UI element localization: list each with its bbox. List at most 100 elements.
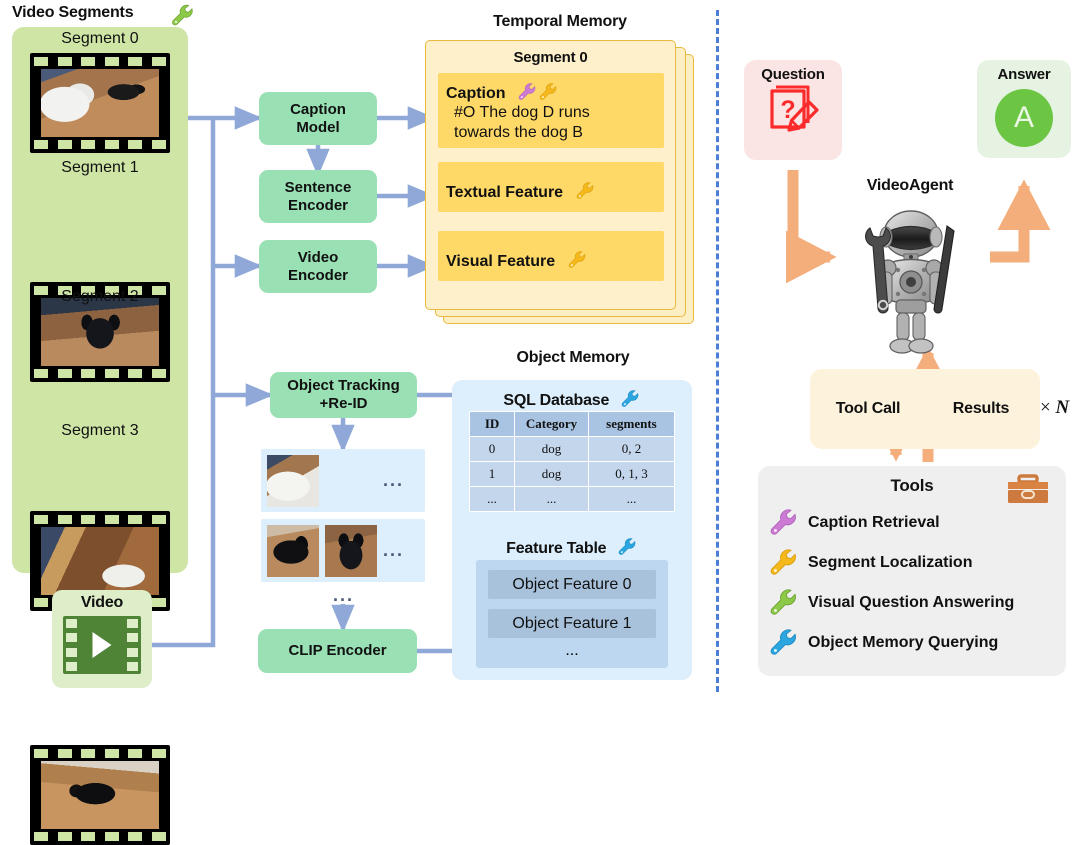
question-note-pencil-icon: ? bbox=[744, 85, 842, 143]
sql-database-header: SQL Database bbox=[452, 384, 692, 410]
caption-model-box[interactable]: Caption Model bbox=[259, 92, 377, 145]
video-source-label: Video bbox=[80, 594, 124, 611]
answer-label: Answer bbox=[997, 66, 1051, 83]
feature-table-wrapper: Object Feature 0 Object Feature 1 ... bbox=[476, 560, 668, 668]
wrench-icon-blue bbox=[617, 538, 638, 561]
clip-encoder-box[interactable]: CLIP Encoder bbox=[258, 629, 417, 673]
tools-box: Tools Caption Retrieval Segment Localiza… bbox=[758, 466, 1066, 676]
feature-table-title: Feature Table bbox=[506, 540, 607, 557]
crops-column-ellipsis: ... bbox=[333, 585, 355, 605]
tool-call-results-box: Tool Call Results bbox=[810, 369, 1040, 449]
object-crop-0-0 bbox=[267, 454, 319, 507]
object-crop-1-1 bbox=[325, 524, 377, 577]
sql-table: ID Category segments 0 dog 0, 2 1 dog 0,… bbox=[468, 411, 676, 512]
sentence-encoder-label-line2: Encoder bbox=[287, 196, 348, 214]
segment-3-thumbnail bbox=[30, 745, 170, 845]
sentence-encoder-label-line1: Sentence bbox=[284, 178, 352, 196]
sql-table-header-row: ID Category segments bbox=[468, 411, 676, 437]
table-row: 0 dog 0, 2 bbox=[468, 436, 676, 462]
wrench-icon-blue bbox=[768, 626, 800, 663]
table-row: ... ... ... bbox=[468, 486, 676, 512]
sql-database-title: SQL Database bbox=[503, 392, 610, 409]
videoagent-label: VideoAgent bbox=[866, 177, 954, 194]
video-play-icon bbox=[63, 616, 141, 674]
wrench-icon-orange bbox=[567, 251, 588, 274]
sql-r0-segments: 0, 2 bbox=[587, 436, 676, 462]
textual-feature-label: Textual Feature bbox=[446, 184, 564, 201]
answer-circle-letter: A bbox=[995, 89, 1053, 147]
sql-col-category: Category bbox=[514, 411, 589, 437]
sql-r1-id: 1 bbox=[468, 461, 516, 487]
object-crop-1-0 bbox=[267, 524, 319, 577]
visual-feature-label: Visual Feature bbox=[446, 253, 556, 270]
temporal-memory-title: Temporal Memory bbox=[493, 13, 627, 30]
answer-box: Answer A bbox=[977, 60, 1071, 158]
clip-encoder-label: CLIP Encoder bbox=[288, 642, 387, 660]
tool-label-caption-retrieval: Caption Retrieval bbox=[808, 514, 940, 531]
segment-0-thumbnail bbox=[30, 53, 170, 153]
caption-model-label-line2: Model bbox=[296, 118, 340, 136]
segment-2-label: Segment 2 bbox=[61, 288, 139, 305]
repeat-n: N bbox=[1055, 397, 1070, 418]
answer-circle-icon: A bbox=[977, 89, 1071, 147]
tool-label-segment-localization: Segment Localization bbox=[808, 554, 973, 571]
sql-col-id: ID bbox=[468, 411, 516, 437]
sql-r0-category: dog bbox=[514, 436, 589, 462]
tool-label-visual-question-answering: Visual Question Answering bbox=[808, 594, 1015, 611]
wrench-icon-orange bbox=[575, 182, 596, 205]
sentence-encoder-box[interactable]: Sentence Encoder bbox=[259, 170, 377, 223]
caption-row-label: Caption bbox=[446, 85, 506, 102]
object-crop-0-1 bbox=[325, 455, 377, 507]
diagram-canvas: Video Segments Segment 0 Segment 1 Segme… bbox=[0, 0, 1080, 845]
results-label: Results bbox=[952, 400, 1010, 417]
temporal-memory-card: Segment 0 Caption #O The dog D runs towa… bbox=[425, 40, 676, 310]
caption-text-line1: #O The dog D runs bbox=[454, 104, 590, 121]
toolbox-icon bbox=[1006, 474, 1050, 511]
sql-r2-segments: ... bbox=[587, 486, 676, 512]
segment-3-label: Segment 3 bbox=[61, 422, 139, 439]
video-encoder-box[interactable]: Video Encoder bbox=[259, 240, 377, 293]
loop-repeat-count: × N bbox=[1040, 397, 1069, 419]
crop-row-1: ... bbox=[261, 519, 425, 582]
video-segments-title-text: Video Segments bbox=[12, 4, 134, 21]
question-label: Question bbox=[761, 66, 825, 83]
tool-call-label: Tool Call bbox=[835, 400, 901, 417]
caption-text-line2: towards the dog B bbox=[454, 123, 583, 141]
video-encoder-label-line1: Video bbox=[297, 248, 339, 266]
wrench-icon-green bbox=[768, 586, 800, 623]
sql-r1-category: dog bbox=[514, 461, 589, 487]
wrench-icon-orange bbox=[538, 83, 559, 106]
object-memory-title: Object Memory bbox=[516, 349, 630, 366]
arrow-agent-to-answer bbox=[990, 179, 1051, 263]
object-tracking-box[interactable]: Object Tracking +Re-ID bbox=[270, 372, 417, 418]
temporal-memory-visual-row: Visual Feature bbox=[438, 231, 664, 281]
object-tracking-label-line1: Object Tracking bbox=[287, 377, 400, 395]
panel-divider bbox=[716, 10, 719, 692]
object-tracking-label-line2: +Re-ID bbox=[319, 395, 368, 412]
temporal-memory-card-title: Segment 0 bbox=[513, 49, 588, 66]
crop-row-0: ... bbox=[261, 449, 425, 512]
arrow-question-to-agent bbox=[786, 170, 837, 284]
sql-table-wrapper: ID Category segments 0 dog 0, 2 1 dog 0,… bbox=[468, 411, 676, 512]
segment-0-label: Segment 0 bbox=[61, 30, 139, 47]
table-row: 1 dog 0, 1, 3 bbox=[468, 461, 676, 487]
object-memory-card: SQL Database ID Category segments 0 dog … bbox=[452, 380, 692, 680]
sql-r1-segments: 0, 1, 3 bbox=[587, 461, 676, 487]
crop-row-0-ellipsis: ... bbox=[383, 470, 405, 490]
temporal-memory-textual-row: Textual Feature bbox=[438, 162, 664, 212]
robot-icon bbox=[843, 204, 979, 364]
wrench-icon-orange bbox=[768, 546, 800, 583]
video-source-box: Video bbox=[52, 590, 152, 688]
sql-col-segments: segments bbox=[587, 411, 676, 437]
video-segments-title: Video Segments bbox=[12, 4, 202, 26]
wrench-icon-purple bbox=[768, 506, 800, 543]
caption-model-label-line1: Caption bbox=[290, 100, 346, 118]
question-box: Question ? bbox=[744, 60, 842, 160]
feature-table-header: Feature Table bbox=[452, 532, 692, 558]
repeat-symbol: × bbox=[1040, 397, 1051, 418]
video-segments-panel: Segment 0 Segment 1 Segment 2 Segment 3 bbox=[12, 27, 188, 845]
sql-r2-category: ... bbox=[514, 486, 589, 512]
tool-label-object-memory-querying: Object Memory Querying bbox=[808, 634, 999, 651]
temporal-memory-caption-row: Caption #O The dog D runs towards the do… bbox=[438, 73, 664, 148]
segment-1-label: Segment 1 bbox=[61, 159, 139, 176]
